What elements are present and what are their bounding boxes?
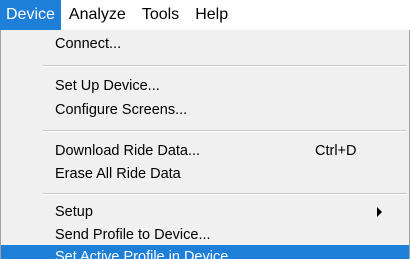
menubar: Device Analyze Tools Help: [0, 0, 410, 30]
menu-help[interactable]: Help: [187, 0, 236, 30]
app-window: Device Analyze Tools Help Connect... Set…: [0, 0, 410, 259]
configure-screens-label: Configure Screens...: [55, 102, 188, 118]
set-active-profile-label: Set Active Profile in Device...: [55, 249, 241, 259]
setup-label: Setup: [55, 204, 93, 220]
device-dropdown-menu: Connect... Set Up Device... Configure Sc…: [0, 30, 410, 259]
menu-separator: [43, 65, 407, 67]
send-profile-label: Send Profile to Device...: [55, 227, 211, 243]
set-up-device-menu-item[interactable]: Set Up Device...: [1, 74, 409, 98]
set-active-profile-menu-item[interactable]: Set Active Profile in Device...: [1, 245, 409, 259]
set-up-device-label: Set Up Device...: [55, 78, 160, 94]
configure-screens-menu-item[interactable]: Configure Screens...: [1, 98, 409, 122]
menu-tools[interactable]: Tools: [134, 0, 187, 30]
submenu-arrow-icon: [377, 207, 382, 217]
menu-analyze[interactable]: Analyze: [61, 0, 134, 30]
erase-ride-data-label: Erase All Ride Data: [55, 166, 181, 182]
connect-label: Connect...: [55, 36, 122, 52]
download-ride-data-label: Download Ride Data...: [55, 143, 201, 159]
send-profile-menu-item[interactable]: Send Profile to Device...: [1, 223, 409, 247]
connect-menu-item[interactable]: Connect...: [1, 32, 409, 56]
menu-device[interactable]: Device: [0, 0, 61, 30]
setup-menu-item[interactable]: Setup: [1, 200, 409, 224]
menu-separator: [43, 193, 407, 195]
menu-separator: [43, 130, 407, 132]
download-ride-data-menu-item[interactable]: Download Ride Data... Ctrl+D: [1, 139, 409, 163]
download-shortcut: Ctrl+D: [315, 143, 357, 159]
erase-ride-data-menu-item[interactable]: Erase All Ride Data: [1, 162, 409, 186]
